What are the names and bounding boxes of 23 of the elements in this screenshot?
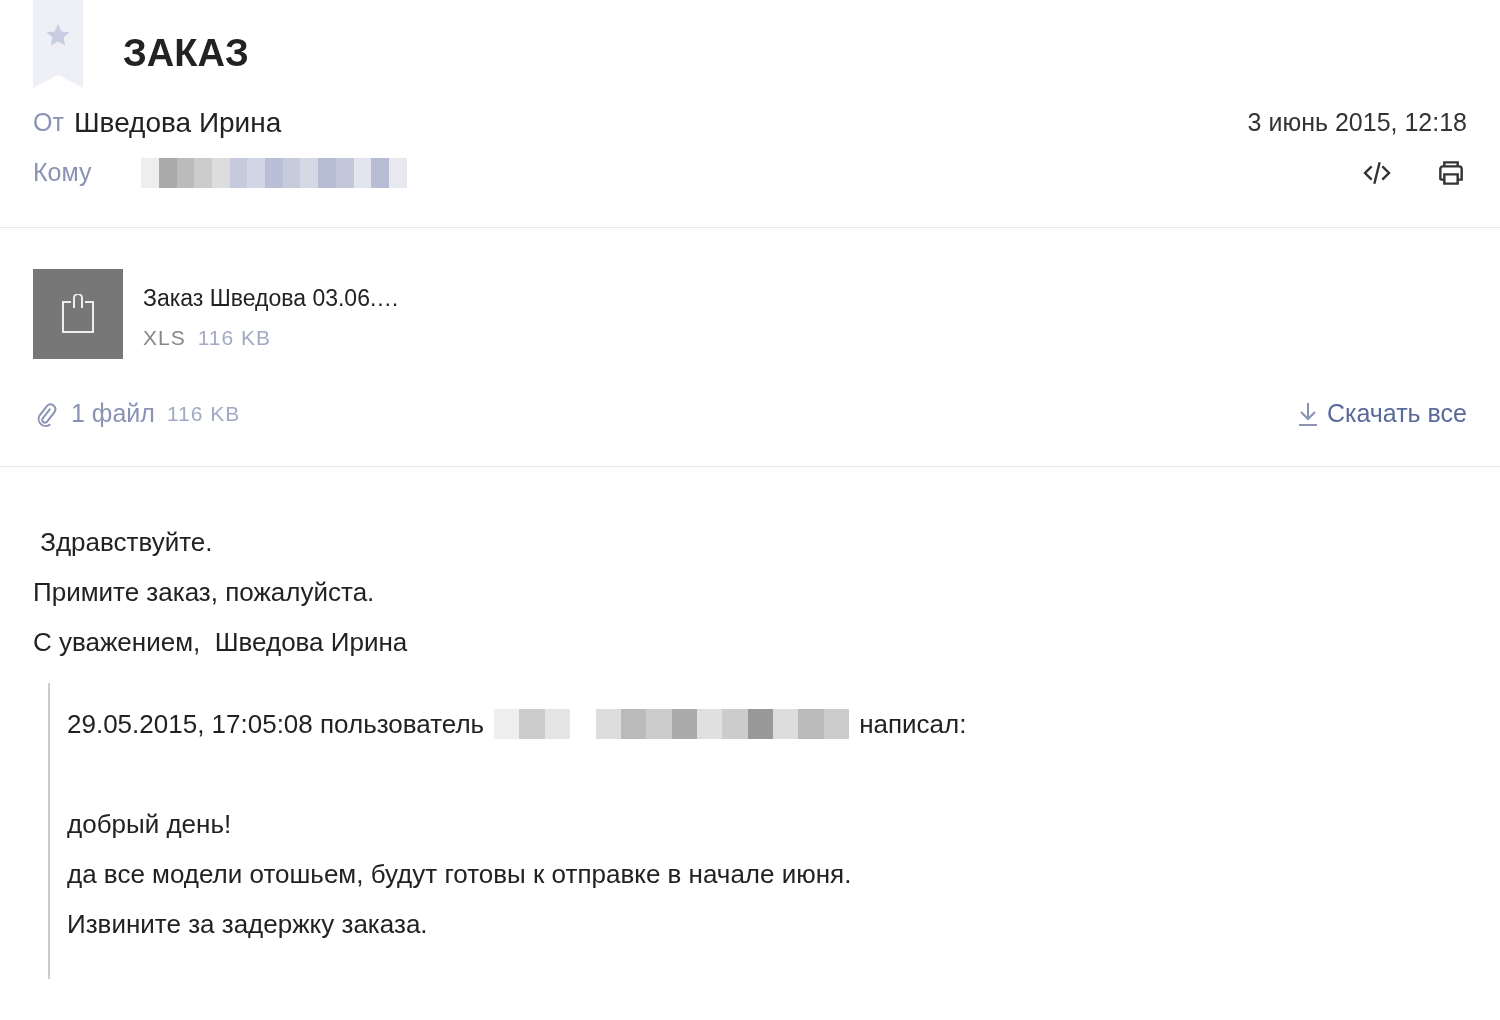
download-icon xyxy=(1296,401,1319,427)
quoted-line: добрый день! xyxy=(67,808,233,841)
date: 3 июнь 2015, 12:18 xyxy=(1247,107,1467,139)
email-subject: ЗАКАЗ xyxy=(123,31,250,76)
to-label: Кому xyxy=(33,157,92,189)
message-line: Здравствуйте. xyxy=(39,526,214,559)
message-line: С уважением, Шведова Ирина xyxy=(33,626,409,659)
quote-header-end: написал: xyxy=(859,708,967,741)
from-label: От xyxy=(33,107,64,139)
quoted-line: Извините за задержку заказа. xyxy=(67,908,429,941)
file-size: 116 KB xyxy=(197,324,272,351)
flag-toggle[interactable] xyxy=(33,0,83,88)
sender-name[interactable]: Шведова Ирина xyxy=(73,102,282,144)
file-name[interactable]: Заказ Шведова 03.06.… xyxy=(143,281,400,316)
total-size: 116 KB xyxy=(166,401,241,428)
file-type: XLS xyxy=(143,324,186,351)
file-count: 1 файл xyxy=(71,398,155,430)
clipboard-icon xyxy=(61,294,95,334)
message-line: Примите заказ, пожалуйста. xyxy=(33,576,376,609)
download-all-button[interactable]: Скачать все xyxy=(1296,395,1467,433)
file-thumbnail[interactable] xyxy=(33,269,123,359)
quoted-line: да все модели отошьем, будут готовы к отправке в начале июня. xyxy=(67,858,853,891)
quote-header: 29.05.2015, 17:05:08 пользователь xyxy=(67,708,485,741)
